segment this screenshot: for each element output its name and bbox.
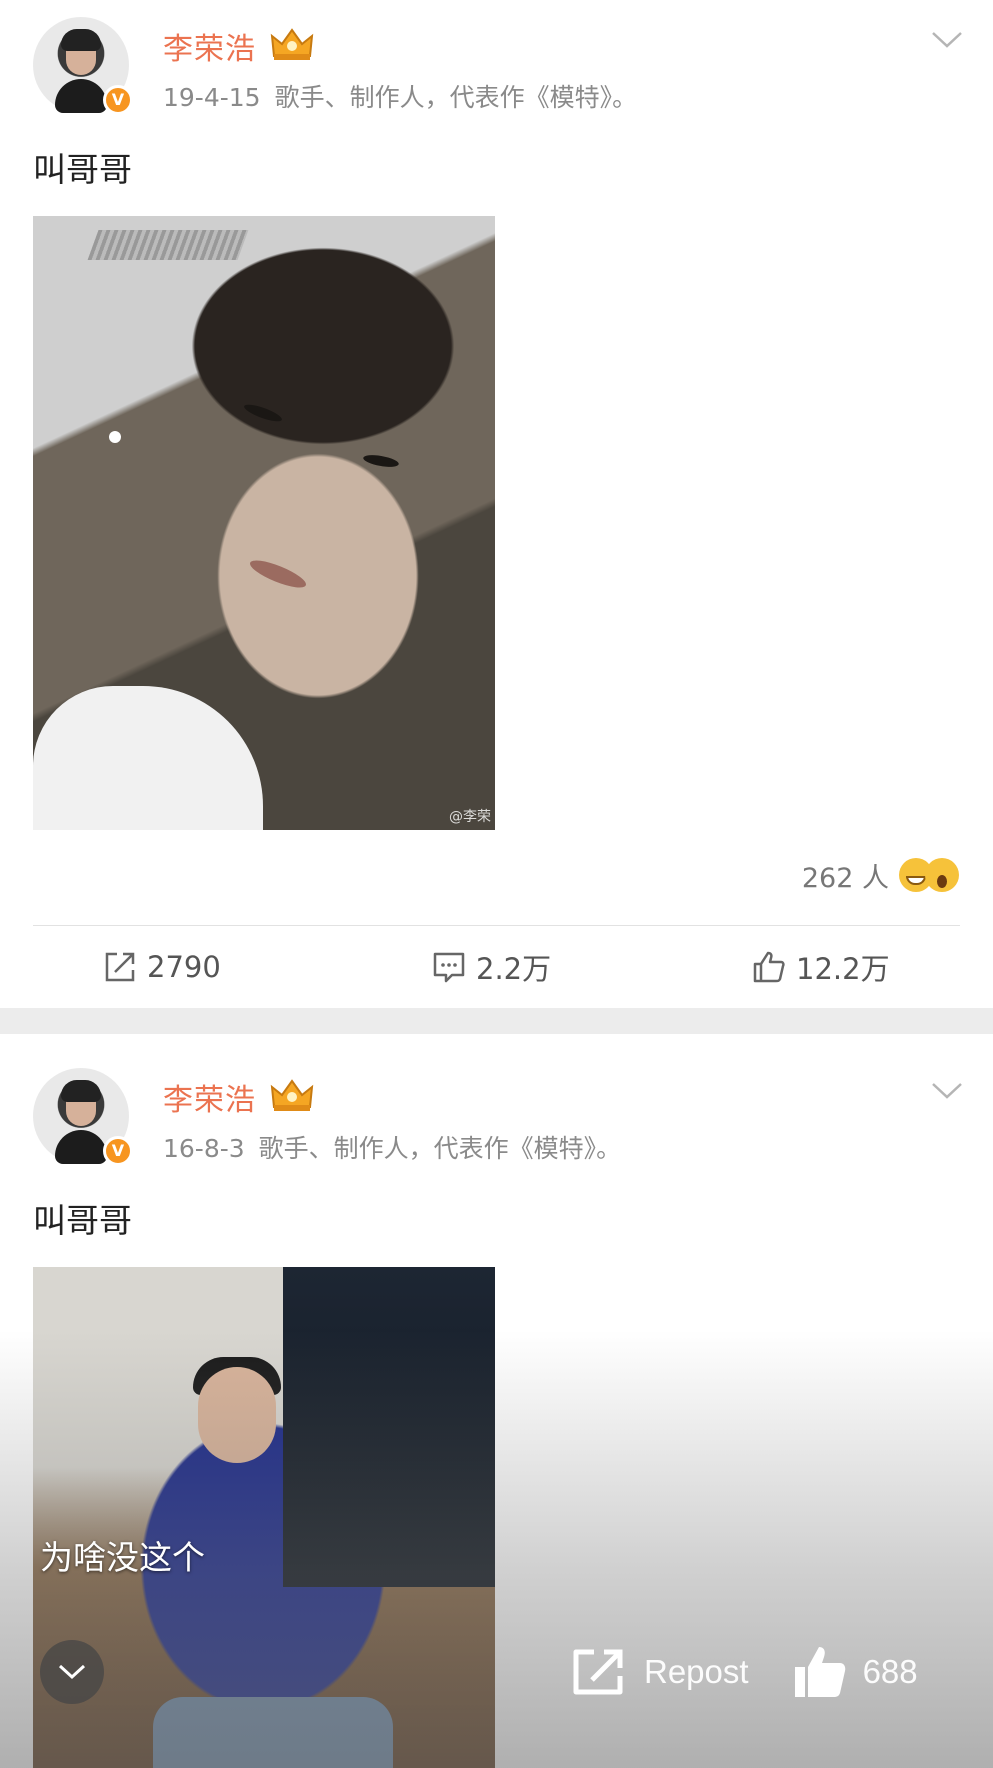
divider <box>33 925 960 926</box>
avatar[interactable]: V <box>33 1068 133 1166</box>
verified-badge-icon: V <box>103 85 133 115</box>
post-date: 16-8-3 <box>163 1134 245 1163</box>
thumbs-up-icon <box>753 951 785 983</box>
avatar-shirt <box>55 1130 107 1164</box>
repost-button[interactable]: 2790 <box>103 935 221 999</box>
avatar-hair <box>61 29 101 51</box>
crown-icon <box>270 1079 314 1111</box>
white-tshirt <box>33 686 263 830</box>
comment-icon <box>433 952 465 983</box>
repost-count: 2790 <box>147 950 221 984</box>
ceiling-vent <box>87 230 249 260</box>
overlay-caption: 为啥没这个 <box>40 1538 205 1577</box>
overlay-like-button[interactable]: 688 <box>791 1643 918 1701</box>
eye <box>242 401 284 425</box>
post-date: 19-4-15 <box>163 83 261 112</box>
post-photo[interactable]: @李荣 <box>33 216 495 830</box>
chevron-down-icon[interactable] <box>931 30 963 50</box>
action-bar: 2790 2.2万 12.2万 <box>0 935 993 999</box>
username[interactable]: 李荣浩 <box>163 1075 256 1119</box>
shocked-emoji-icon <box>925 858 959 892</box>
overlay-action-bar: Repost 688 <box>570 1640 918 1704</box>
comment-button[interactable]: 2.2万 <box>432 935 551 999</box>
overlay-like-count: 688 <box>862 1653 918 1690</box>
avatar-shirt <box>55 79 107 113</box>
repost-icon <box>573 1649 623 1695</box>
verified-badge-icon: V <box>103 1136 133 1166</box>
repost-label: Repost <box>644 1653 749 1690</box>
like-count: 12.2万 <box>796 952 890 986</box>
reaction-count: 262 人 <box>801 862 889 894</box>
earring <box>109 431 121 443</box>
post-meta: 16-8-3 歌手、制作人，代表作《模特》。 <box>163 1129 621 1165</box>
comment-count: 2.2万 <box>476 952 552 986</box>
feed-post: V 李荣浩 19-4-15 歌手、制作人，代表作《模特》。 叫哥哥 @李荣 262… <box>0 0 993 1008</box>
avatar-hair <box>61 1080 101 1102</box>
reaction-summary[interactable]: 262 人 <box>802 853 959 897</box>
eye <box>362 452 400 470</box>
crown-icon <box>270 28 314 60</box>
user-bio: 歌手、制作人，代表作《模特》。 <box>258 1134 622 1163</box>
like-button[interactable]: 12.2万 <box>752 935 890 999</box>
post-text: 叫哥哥 <box>33 150 132 189</box>
overlay-repost-button[interactable]: Repost <box>570 1646 749 1698</box>
post-text: 叫哥哥 <box>33 1201 132 1240</box>
repost-icon <box>105 952 135 982</box>
post-meta: 19-4-15 歌手、制作人，代表作《模特》。 <box>163 78 637 114</box>
username[interactable]: 李荣浩 <box>163 24 256 68</box>
post-separator <box>0 1008 993 1034</box>
thumbs-up-icon <box>794 1647 845 1697</box>
chevron-down-icon <box>58 1664 86 1680</box>
avatar[interactable]: V <box>33 17 133 115</box>
weibo-watermark: @李荣 <box>449 809 491 825</box>
user-bio: 歌手、制作人，代表作《模特》。 <box>274 83 638 112</box>
collapse-button[interactable] <box>40 1640 104 1704</box>
chevron-down-icon[interactable] <box>931 1081 963 1101</box>
mouth <box>247 555 309 593</box>
